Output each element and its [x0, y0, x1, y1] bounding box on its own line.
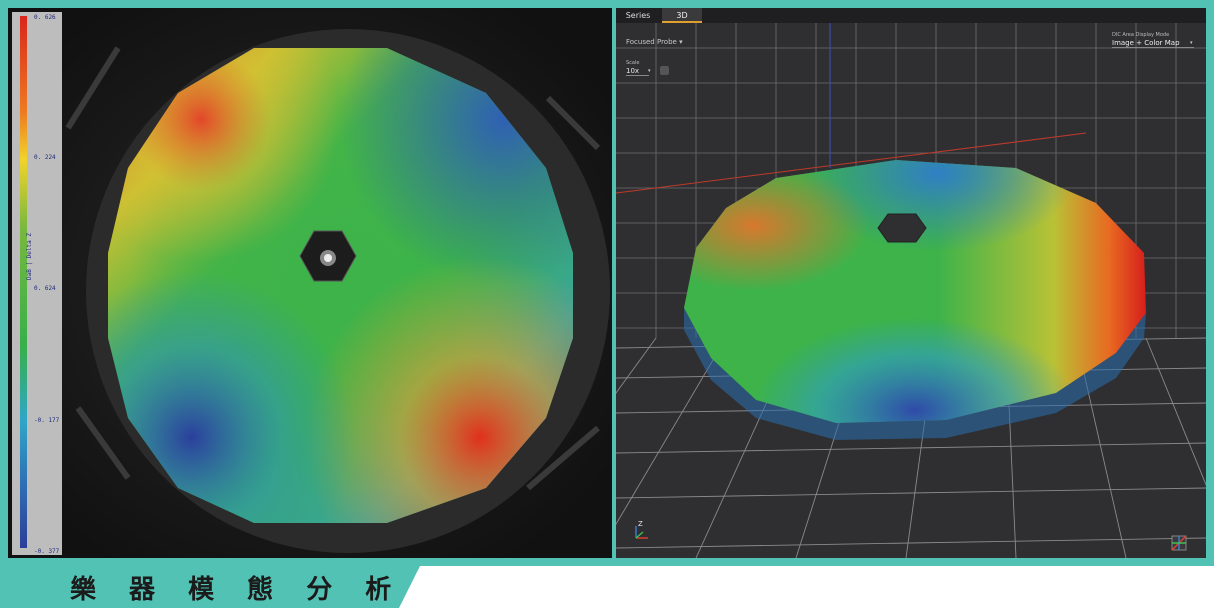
z-axis-label: Z [638, 520, 643, 528]
dic-3d-view: Series 3D Focused Probe ▾ Scale 10x ▾ DI… [616, 8, 1206, 558]
dic-2d-view: 0. 626 0. 224 0. 624 -0. 177 -0. 377 DaB… [8, 8, 612, 558]
probe-select-value: Focused Probe [626, 38, 677, 46]
display-mode-label: DIC Area Display Mode [1112, 32, 1170, 38]
orientation-cube-icon[interactable] [1171, 535, 1187, 551]
colorbar-tick-max: 0. 626 [34, 14, 56, 21]
tab-series[interactable]: Series [616, 8, 660, 23]
colorbar-title: DaB | Delta Z [26, 233, 33, 280]
scale-label: Scale [626, 60, 640, 66]
chevron-down-icon: ▾ [679, 38, 683, 46]
colorbar-tick-min: -0. 377 [34, 548, 60, 555]
colorbar-tick-4: -0. 177 [34, 417, 60, 424]
disc-2d-canvas [8, 8, 612, 558]
colorbar-gradient [20, 16, 27, 548]
scale-chevron-icon: ▾ [648, 68, 651, 74]
colorbar-tick-2: 0. 224 [34, 154, 56, 161]
display-mode-chevron-icon: ▾ [1190, 40, 1193, 46]
colorbar: 0. 626 0. 224 0. 624 -0. 177 -0. 377 DaB… [12, 12, 62, 555]
title-banner: 樂 器 模 態 分 析 [0, 566, 420, 608]
disc-3d-canvas[interactable] [616, 8, 1206, 558]
banner-title: 樂 器 模 態 分 析 [70, 575, 404, 605]
scale-select[interactable]: 10x [626, 67, 650, 76]
tab-3d[interactable]: 3D [662, 8, 702, 23]
scale-slider-handle[interactable] [660, 66, 669, 75]
view-tabbar: Series 3D [616, 8, 1206, 23]
display-mode-select[interactable]: Image + Color Map [1112, 39, 1194, 48]
center-hole-3d [877, 213, 927, 243]
colorbar-tick-3: 0. 624 [34, 285, 56, 292]
screenshot-frame: 0. 626 0. 224 0. 624 -0. 177 -0. 377 DaB… [0, 0, 1214, 566]
probe-select[interactable]: Focused Probe ▾ [626, 38, 683, 46]
